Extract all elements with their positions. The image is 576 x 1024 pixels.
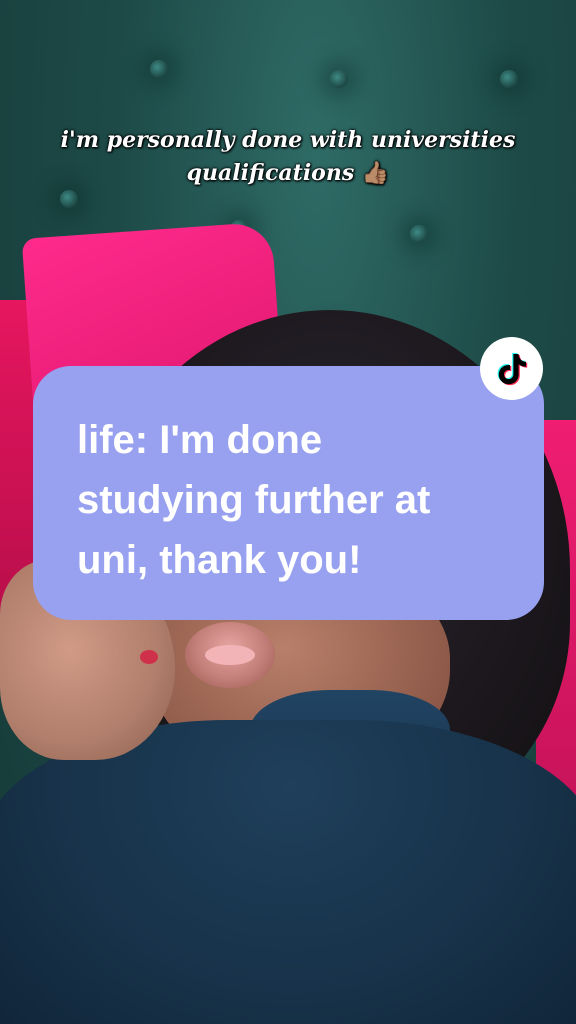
top-caption: i'm personally done with universities qu… <box>0 124 576 190</box>
bubble-text: life: I'm done studying further at uni, … <box>77 410 504 590</box>
fingernail <box>140 650 158 664</box>
sweater <box>0 720 576 1024</box>
headboard-tuft <box>330 70 348 88</box>
mouth-inner <box>205 645 255 665</box>
thumbs-up-emoji: 👍🏽 <box>361 160 390 186</box>
caption-line-1: i'm personally done with universities <box>60 127 516 153</box>
caption-line-2: qualifications 👍🏽 <box>0 157 576 190</box>
video-frame: i'm personally done with universities qu… <box>0 0 576 1024</box>
bubble-line-1: life: I'm done <box>77 418 323 462</box>
bubble-line-3: uni, thank you! <box>77 538 362 582</box>
bubble-line-2: studying further at <box>77 478 431 522</box>
tiktok-logo-icon[interactable] <box>480 337 543 400</box>
headboard-tuft <box>500 70 518 88</box>
headboard-tuft <box>410 225 428 243</box>
tiktok-note-icon <box>497 352 527 385</box>
text-bubble: life: I'm done studying further at uni, … <box>33 366 544 620</box>
headboard-tuft <box>150 60 168 78</box>
headboard-tuft <box>60 190 78 208</box>
caption-line-2-text: qualifications <box>186 160 355 186</box>
